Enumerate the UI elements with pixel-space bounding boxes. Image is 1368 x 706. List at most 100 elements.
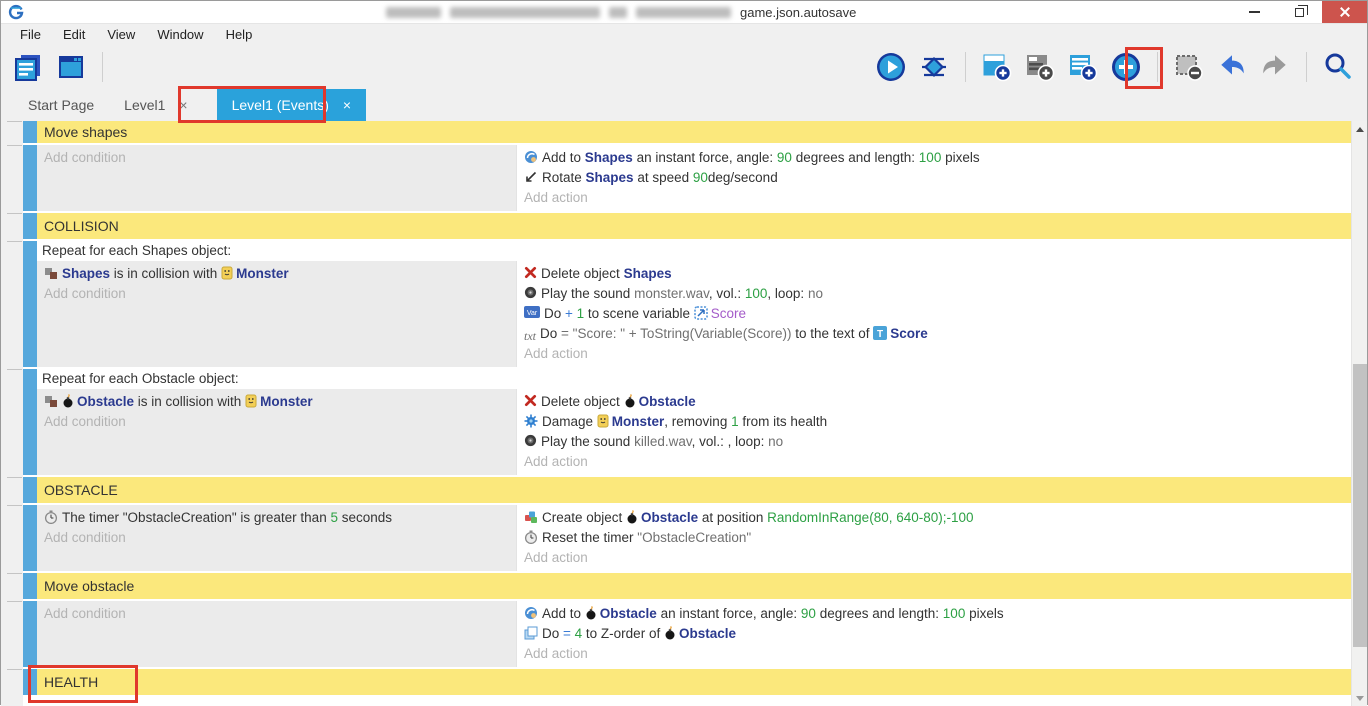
add-condition-button[interactable]: Add condition	[37, 528, 516, 548]
event-line[interactable]: Play the sound killed.wav, vol.: , loop:…	[517, 432, 1351, 452]
menu-help[interactable]: Help	[215, 24, 264, 46]
force-icon	[524, 150, 538, 168]
text-segment: Delete object	[541, 266, 624, 281]
text-segment: Score	[711, 306, 746, 321]
window-title: game.json.autosave	[386, 6, 856, 19]
event-selection-bar[interactable]	[23, 669, 37, 695]
text-segment: to scene variable	[584, 306, 694, 321]
add-action-button[interactable]: Add action	[517, 344, 1351, 364]
add-event-button[interactable]	[980, 50, 1014, 84]
event-line[interactable]: Create object Obstacle at position Rando…	[517, 508, 1351, 528]
event-line[interactable]: Play the sound monster.wav, vol.: 100, l…	[517, 284, 1351, 304]
add-action-button[interactable]: Add action	[517, 188, 1351, 208]
search-button[interactable]	[1321, 50, 1355, 84]
event-line[interactable]: Rotate Shapes at speed 90deg/second	[517, 168, 1351, 188]
blurred-title-segment	[450, 7, 600, 18]
text-segment: an instant force, angle:	[633, 150, 777, 165]
restore-button[interactable]	[1277, 1, 1322, 23]
menu-edit[interactable]: Edit	[52, 24, 96, 46]
comment-row[interactable]: Move obstacle	[37, 573, 1351, 599]
scene-editor-button[interactable]	[54, 50, 88, 84]
window-title-text: game.json.autosave	[740, 6, 856, 19]
scrollbar-thumb[interactable]	[1353, 364, 1367, 647]
add-action-button[interactable]: Add action	[517, 644, 1351, 664]
add-condition-button[interactable]: Add condition	[37, 148, 516, 168]
menu-window[interactable]: Window	[146, 24, 214, 46]
add-action-button[interactable]: Add action	[517, 452, 1351, 472]
add-condition-button[interactable]: Add condition	[37, 284, 516, 304]
event-selection-bar[interactable]	[23, 241, 37, 367]
event-selection-bar[interactable]	[23, 369, 37, 475]
menubar: FileEditViewWindowHelp	[1, 23, 1367, 45]
bomb-icon	[62, 394, 74, 412]
comment-row[interactable]: Move shapes	[37, 121, 1351, 143]
add-action-button[interactable]: Add action	[517, 548, 1351, 568]
conditions-area: Shapes is in collision with MonsterAdd c…	[37, 261, 517, 367]
comment-block: Move obstacle	[1, 573, 1351, 599]
tab-start-page[interactable]: Start Page	[13, 89, 109, 121]
event-selection-bar[interactable]	[23, 601, 37, 667]
event-line[interactable]: The timer "ObstacleCreation" is greater …	[37, 508, 516, 528]
foreach-header[interactable]: Repeat for each Shapes object:	[37, 241, 1351, 261]
event-selection-bar[interactable]	[23, 477, 37, 503]
close-button[interactable]	[1322, 1, 1367, 23]
event-line[interactable]: Add to Shapes an instant force, angle: 9…	[517, 148, 1351, 168]
text-segment: Do	[540, 326, 561, 341]
event-line[interactable]: txtDo = "Score: " + ToString(Variable(Sc…	[517, 324, 1351, 344]
add-condition-button[interactable]: Add condition	[37, 604, 516, 624]
event-selection-bar[interactable]	[23, 213, 37, 239]
text-segment: =	[563, 626, 575, 641]
tab-level1[interactable]: Level1×	[109, 89, 202, 121]
tab-level1-events[interactable]: Level1 (Events)×	[217, 89, 366, 121]
event-line[interactable]: VarDo + 1 to scene variable Score	[517, 304, 1351, 324]
search-icon	[1323, 52, 1353, 82]
comment-row[interactable]: HEALTH	[37, 669, 1351, 695]
event-line[interactable]: Obstacle is in collision with Monster	[37, 392, 516, 412]
add-comment-button[interactable]	[1066, 50, 1100, 84]
event-selection-bar[interactable]	[23, 121, 37, 143]
object-name: Obstacle	[639, 394, 696, 409]
event-line[interactable]: Delete object Shapes	[517, 264, 1351, 284]
comment-row[interactable]: COLLISION	[37, 213, 1351, 239]
event-line[interactable]: Add to Obstacle an instant force, angle:…	[517, 604, 1351, 624]
comment-text: HEALTH	[44, 674, 98, 690]
monster-icon	[221, 266, 233, 284]
tab-close-icon[interactable]: ×	[343, 97, 351, 113]
vertical-scrollbar[interactable]	[1351, 121, 1367, 706]
event-selection-bar[interactable]	[23, 573, 37, 599]
add-circle-button[interactable]	[1109, 50, 1143, 84]
event-content: Add conditionAdd to Obstacle an instant …	[37, 601, 1351, 667]
redo-button[interactable]	[1258, 50, 1292, 84]
event-selection-bar[interactable]	[23, 505, 37, 571]
event-selection-bar[interactable]	[23, 145, 37, 211]
comment-block: COLLISION	[1, 213, 1351, 239]
add-event-icon	[982, 52, 1012, 82]
add-subevent-button[interactable]	[1023, 50, 1057, 84]
menu-file[interactable]: File	[9, 24, 52, 46]
object-name: Shapes	[62, 266, 110, 281]
text-segment: deg/second	[708, 170, 778, 185]
project-manager-button[interactable]	[11, 50, 45, 84]
scroll-up-arrow[interactable]	[1352, 121, 1367, 137]
value-text: 5	[330, 510, 338, 525]
text-segment: pixels	[941, 150, 979, 165]
comment-row[interactable]: OBSTACLE	[37, 477, 1351, 503]
bomb-icon	[664, 626, 676, 644]
text-segment: , removing	[664, 414, 731, 429]
event-line[interactable]: Damage Monster, removing 1 from its heal…	[517, 412, 1351, 432]
play-button[interactable]	[874, 50, 908, 84]
undo-button[interactable]	[1215, 50, 1249, 84]
event-line[interactable]: Reset the timer "ObstacleCreation"	[517, 528, 1351, 548]
debug-button[interactable]	[917, 50, 951, 84]
menu-view[interactable]: View	[96, 24, 146, 46]
remove-event-button[interactable]	[1172, 50, 1206, 84]
event-line[interactable]: Delete object Obstacle	[517, 392, 1351, 412]
add-condition-button[interactable]: Add condition	[37, 412, 516, 432]
minimize-button[interactable]	[1232, 1, 1277, 23]
event-line[interactable]: Shapes is in collision with Monster	[37, 264, 516, 284]
text-segment: Add to	[542, 606, 585, 621]
tab-close-icon[interactable]: ×	[179, 97, 187, 113]
foreach-header[interactable]: Repeat for each Obstacle object:	[37, 369, 1351, 389]
scroll-down-arrow[interactable]	[1352, 690, 1367, 706]
event-line[interactable]: Do = 4 to Z-order of Obstacle	[517, 624, 1351, 644]
